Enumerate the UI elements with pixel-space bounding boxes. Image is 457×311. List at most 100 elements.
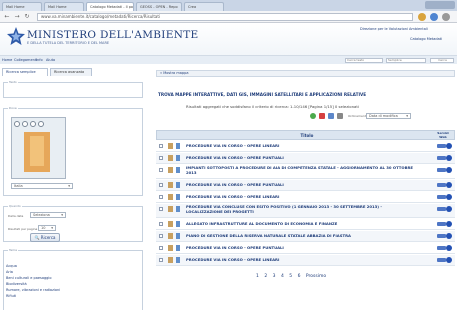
row-checkbox[interactable] [159, 144, 163, 148]
page-link[interactable]: 6 [298, 274, 301, 279]
row-title[interactable]: PROCEDURE VIA IN CORSO - OPERE LINEARI [186, 194, 416, 199]
table-row[interactable]: PROCEDURE VIA IN CORSO - OPERE PUNTUALI [156, 243, 455, 254]
topic-item[interactable]: Rumore, vibrazioni e radiazioni [6, 288, 60, 292]
extension-icon[interactable] [418, 13, 426, 21]
row-title[interactable]: PROCEDURE VIA IN CORSO - OPERE LINEARI [186, 257, 416, 262]
pan-icon[interactable] [30, 121, 36, 127]
table-row[interactable]: PIANO DI GESTIONE DELLA RISERVA NATURALE… [156, 231, 455, 242]
tab-simple-search[interactable]: Ricerca semplice [2, 68, 48, 76]
table-row[interactable]: ALLEGATO INFRASTRUTTURE AL DOCUMENTO DI … [156, 219, 455, 230]
date-from-select[interactable]: Seleziona ▾ [30, 212, 66, 218]
menu-icon[interactable] [442, 13, 450, 21]
tab-advanced-search[interactable]: Ricerca avanzata [50, 68, 92, 76]
row-checkbox[interactable] [159, 207, 163, 211]
row-title[interactable]: PROCEDURE VIA IN CORSO - OPERE PUNTUALI [186, 245, 416, 250]
search-map[interactable] [11, 117, 66, 179]
metadata-icon[interactable] [168, 155, 173, 161]
topic-item[interactable]: Aria [6, 270, 13, 274]
page-link[interactable]: 3 [273, 274, 276, 279]
row-checkbox[interactable] [159, 246, 163, 250]
table-row[interactable]: PROCEDURE VIA IN CORSO - OPERE PUNTUALI [156, 180, 455, 191]
web-service-icon[interactable] [437, 194, 453, 200]
browser-tab-4[interactable]: GEOSS - OPEN - Repo [136, 2, 182, 11]
layer-icon[interactable] [176, 245, 180, 251]
layer-icon[interactable] [176, 233, 180, 239]
metadata-icon[interactable] [168, 245, 173, 251]
nav-links[interactable]: Collegamenti [14, 58, 37, 62]
table-row[interactable]: IMPIANTI SOTTOPOSTI A PROCEDURE DI AIA D… [156, 165, 455, 179]
table-row[interactable]: PROCEDURE VIA IN CORSO - OPERE PUNTUALI [156, 153, 455, 164]
pdf-icon[interactable] [319, 113, 325, 119]
topic-item[interactable]: Acqua [6, 264, 17, 268]
layer-icon[interactable] [176, 194, 180, 200]
row-checkbox[interactable] [159, 234, 163, 238]
row-title[interactable]: PROCEDURE VIA IN CORSO - OPERE PUNTUALI [186, 155, 416, 160]
web-service-icon[interactable] [437, 143, 453, 149]
row-title[interactable]: PROCEDURE VIA CONCLUSE CON ESITO POSITIV… [186, 204, 416, 214]
row-checkbox[interactable] [159, 168, 163, 172]
header-search-type[interactable]: Semplice [386, 58, 426, 63]
metadata-icon[interactable] [168, 233, 173, 239]
table-row[interactable]: PROCEDURE VIA IN CORSO - OPERE LINEARI [156, 192, 455, 203]
metadata-icon[interactable] [168, 194, 173, 200]
web-service-icon[interactable] [437, 155, 453, 161]
row-checkbox[interactable] [159, 195, 163, 199]
layer-icon[interactable] [176, 206, 180, 212]
catalog-link[interactable]: Catalogo Metadati [410, 37, 442, 41]
nav-home[interactable]: Home [2, 58, 12, 62]
row-title[interactable]: PROCEDURE VIA IN CORSO - OPERE PUNTUALI [186, 182, 416, 187]
row-title[interactable]: PIANO DI GESTIONE DELLA RISERVA NATURALE… [186, 233, 416, 238]
window-controls[interactable] [425, 1, 455, 9]
row-title[interactable]: ALLEGATO INFRASTRUTTURE AL DOCUMENTO DI … [186, 221, 416, 226]
web-service-icon[interactable] [437, 233, 453, 239]
layer-icon[interactable] [176, 257, 180, 263]
header-search-input[interactable]: Cerca testo [345, 58, 383, 63]
browser-tab-active[interactable]: Catalogo Metadati - Il po [86, 2, 134, 11]
topic-item[interactable]: Rifiuti [6, 294, 16, 298]
table-row[interactable]: PROCEDURE VIA IN CORSO - OPERE LINEARI [156, 141, 455, 152]
web-service-icon[interactable] [437, 182, 453, 188]
layer-icon[interactable] [176, 221, 180, 227]
layer-icon[interactable] [176, 155, 180, 161]
row-checkbox[interactable] [159, 258, 163, 262]
row-title[interactable]: IMPIANTI SOTTOPOSTI A PROCEDURE DI AIA D… [186, 165, 416, 175]
browser-tab-2[interactable]: Mail Home [44, 2, 84, 11]
forward-arrow-icon[interactable]: → [13, 13, 21, 21]
address-bar[interactable]: www.va.minambiente.it/catalogo/metadati/… [37, 13, 413, 21]
search-button[interactable]: 🔍 Ricerca [30, 233, 60, 242]
table-row[interactable]: PROCEDURE VIA IN CORSO - OPERE LINEARI [156, 255, 455, 266]
reload-icon[interactable]: ↻ [23, 13, 31, 21]
export-icon[interactable] [328, 113, 334, 119]
layer-icon[interactable] [176, 167, 180, 173]
back-arrow-icon[interactable]: ← [3, 13, 11, 21]
row-title[interactable]: PROCEDURE VIA IN CORSO - OPERE LINEARI [186, 143, 416, 148]
web-service-icon[interactable] [437, 167, 453, 173]
print-icon[interactable] [337, 113, 343, 119]
web-service-icon[interactable] [437, 257, 453, 263]
dva-link[interactable]: Direzione per le Valutazioni Ambientali [360, 27, 428, 31]
metadata-icon[interactable] [168, 257, 173, 263]
sort-select[interactable]: Data di modifica ▾ [366, 113, 411, 119]
metadata-icon[interactable] [168, 182, 173, 188]
page-link[interactable]: 4 [281, 274, 284, 279]
header-search-button[interactable]: Cerca [430, 58, 454, 63]
web-service-icon[interactable] [437, 245, 453, 251]
metadata-icon[interactable] [168, 143, 173, 149]
row-checkbox[interactable] [159, 222, 163, 226]
row-checkbox[interactable] [159, 156, 163, 160]
layer-icon[interactable] [176, 143, 180, 149]
layer-icon[interactable] [176, 182, 180, 188]
nav-help[interactable]: Aiuto [46, 58, 55, 62]
browser-tab-1[interactable]: Mail Home [2, 2, 42, 11]
zoom-in-icon[interactable] [14, 121, 20, 127]
page-link[interactable]: 1 [256, 274, 259, 279]
metadata-icon[interactable] [168, 221, 173, 227]
web-service-icon[interactable] [437, 221, 453, 227]
row-checkbox[interactable] [159, 183, 163, 187]
results-per-page-select[interactable]: 10 ▾ [38, 225, 56, 231]
next-page-link[interactable]: Prossimo [306, 274, 326, 279]
region-select[interactable]: Italia ▾ [11, 183, 73, 189]
show-map-bar[interactable]: « Mostra mappa [156, 70, 455, 77]
draw-box-icon[interactable] [38, 121, 44, 127]
topic-item[interactable]: Biodiversità [6, 282, 27, 286]
